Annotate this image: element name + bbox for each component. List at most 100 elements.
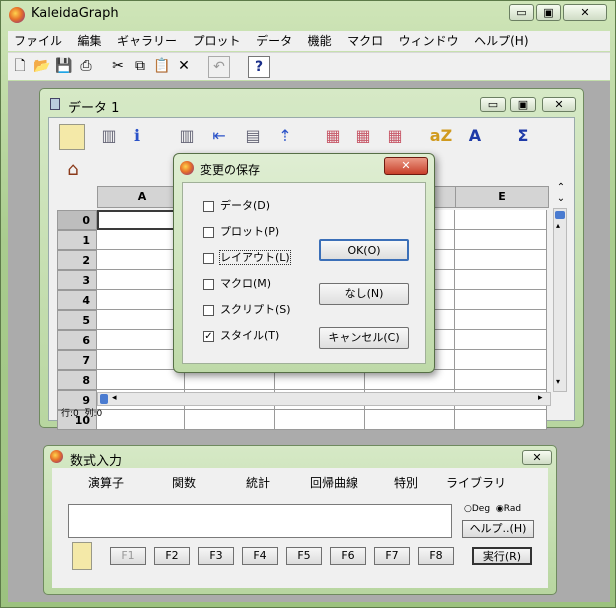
home-icon[interactable]: ⌂ (59, 156, 87, 184)
menu-macro[interactable]: マクロ (341, 31, 389, 51)
table-cell[interactable] (455, 210, 547, 230)
save-icon[interactable]: 💾 (54, 56, 74, 76)
table-cell[interactable] (97, 250, 185, 270)
table-cell[interactable] (455, 330, 547, 350)
table-cell[interactable] (455, 250, 547, 270)
title-bar[interactable]: KaleidaGraph ▭ ▣ ✕ (1, 1, 616, 29)
table-cell[interactable] (97, 270, 185, 290)
column-header-e[interactable]: E (455, 186, 549, 208)
table-cell[interactable] (275, 410, 365, 430)
menu-plot[interactable]: プロット (187, 31, 247, 51)
table-cell[interactable] (97, 370, 185, 390)
sort-descending-icon[interactable]: ▦ (351, 124, 375, 148)
move-row-up-icon[interactable]: ⇡ (273, 124, 297, 148)
f4-button[interactable]: F4 (242, 547, 278, 565)
table-cell[interactable] (455, 350, 547, 370)
undo-icon[interactable]: ↶ (208, 56, 230, 78)
table-cell[interactable] (185, 370, 275, 390)
save-option-data[interactable]: データ(D) (203, 197, 270, 213)
table-cell[interactable] (455, 230, 547, 250)
horizontal-scrollbar[interactable]: ◂ ▸ (97, 392, 551, 406)
delete-icon[interactable]: ✕ (174, 56, 194, 76)
scroll-up-icon[interactable]: ▴ (556, 221, 560, 230)
menu-file[interactable]: ファイル (8, 31, 68, 51)
data-restore-button[interactable]: ▣ (510, 97, 536, 112)
info-icon[interactable]: ℹ (125, 124, 149, 148)
scroll-right-icon[interactable]: ▸ (538, 393, 543, 403)
row-header[interactable]: 8 (57, 370, 97, 390)
checkbox-plot[interactable] (203, 226, 214, 238)
none-button[interactable]: なし(N) (319, 283, 409, 305)
f7-button[interactable]: F7 (374, 547, 410, 565)
column-scroll-icon[interactable]: ⌃ ⌄ (555, 182, 567, 208)
table-cell[interactable] (97, 350, 185, 370)
save-option-script[interactable]: スクリプト(S) (203, 301, 291, 317)
row-header[interactable]: 6 (57, 330, 97, 350)
checkbox-layout[interactable] (203, 252, 214, 264)
font-size-icon[interactable]: aZ (429, 124, 453, 148)
sort-icon[interactable]: ▦ (321, 124, 345, 148)
table-cell[interactable] (365, 370, 455, 390)
ok-button[interactable]: OK(O) (319, 239, 409, 261)
vertical-scrollbar[interactable]: ▴ ▾ (553, 208, 567, 392)
table-cell[interactable] (455, 410, 547, 430)
data-close-button[interactable]: ✕ (542, 97, 576, 112)
f1-button[interactable]: F1 (110, 547, 146, 565)
formula-close-button[interactable]: ✕ (522, 450, 552, 465)
table-cell[interactable] (455, 270, 547, 290)
tab-library[interactable]: ライブラリ (446, 474, 506, 491)
new-file-icon[interactable]: 🗋 (10, 56, 30, 76)
table-cell[interactable] (455, 310, 547, 330)
vsplit-handle[interactable] (555, 211, 565, 219)
tab-operators[interactable]: 演算子 (88, 474, 124, 491)
table-cell[interactable] (455, 370, 547, 390)
open-folder-icon[interactable]: 📂 (32, 56, 52, 76)
print-icon[interactable]: ⎙ (76, 56, 96, 76)
column-format-icon[interactable]: ▥ (97, 124, 121, 148)
table-cell[interactable] (97, 290, 185, 310)
table-cell[interactable] (97, 410, 185, 430)
table-cell[interactable] (97, 310, 185, 330)
tab-special[interactable]: 特別 (394, 474, 418, 491)
table-cell[interactable] (275, 370, 365, 390)
tab-functions[interactable]: 関数 (172, 474, 196, 491)
table-cell[interactable] (185, 410, 275, 430)
cancel-button[interactable]: キャンセル(C) (319, 327, 409, 349)
row-header[interactable]: 0 (57, 210, 97, 230)
menu-data[interactable]: データ (250, 31, 298, 51)
row-header[interactable]: 5 (57, 310, 97, 330)
split-handle[interactable] (100, 394, 108, 404)
f6-button[interactable]: F6 (330, 547, 366, 565)
table-cell[interactable] (365, 410, 455, 430)
menu-window[interactable]: ウィンドウ (393, 31, 465, 51)
deg-radio[interactable]: ○ (464, 504, 472, 514)
f8-button[interactable]: F8 (418, 547, 454, 565)
run-button[interactable]: 実行(R) (472, 547, 532, 565)
save-option-style[interactable]: ✓ スタイル(T) (203, 327, 279, 343)
row-header[interactable]: 3 (57, 270, 97, 290)
formula-note-icon[interactable] (59, 124, 85, 150)
help-icon[interactable]: ? (248, 56, 270, 78)
delete-column-icon[interactable]: ▦ (383, 124, 407, 148)
row-header[interactable]: 4 (57, 290, 97, 310)
close-button[interactable]: ✕ (563, 4, 607, 21)
f5-button[interactable]: F5 (286, 547, 322, 565)
note-icon[interactable] (72, 542, 92, 570)
menu-help[interactable]: ヘルプ(H) (468, 31, 534, 51)
tab-statistics[interactable]: 統計 (246, 474, 270, 491)
sigma-icon[interactable]: Σ (511, 124, 535, 148)
row-header[interactable]: 1 (57, 230, 97, 250)
checkbox-data[interactable] (203, 200, 214, 212)
formula-input[interactable] (68, 504, 452, 538)
move-column-left-icon[interactable]: ⇤ (207, 124, 231, 148)
minimize-button[interactable]: ▭ (509, 4, 534, 21)
dialog-close-button[interactable]: ✕ (384, 157, 428, 175)
save-option-layout[interactable]: レイアウト(L) (203, 249, 291, 265)
cut-icon[interactable]: ✂ (108, 56, 128, 76)
table-cell[interactable] (97, 210, 185, 230)
copy-icon[interactable]: ⧉ (130, 56, 150, 76)
insert-row-icon[interactable]: ▤ (241, 124, 265, 148)
scroll-down-icon[interactable]: ▾ (556, 377, 560, 386)
f2-button[interactable]: F2 (154, 547, 190, 565)
checkbox-script[interactable] (203, 304, 214, 316)
